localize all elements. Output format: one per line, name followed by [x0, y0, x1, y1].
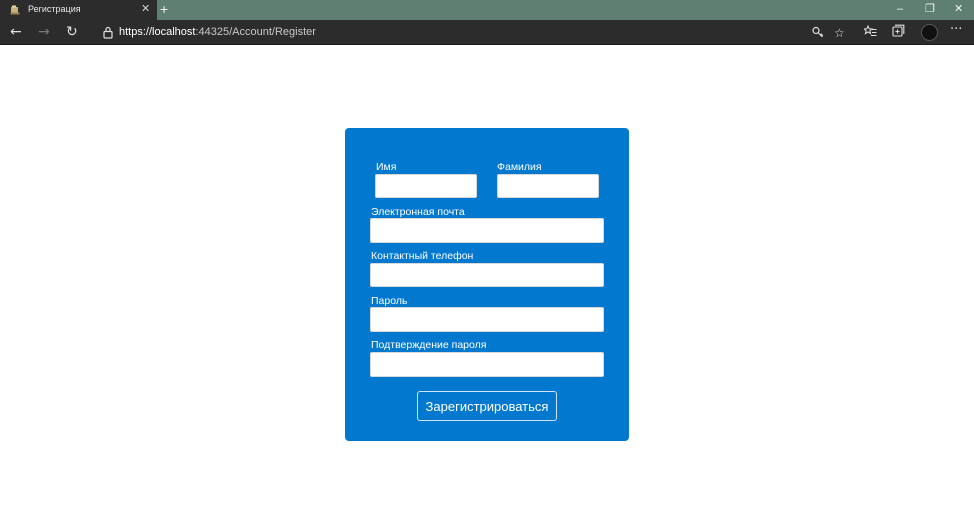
tab-close-icon[interactable]: ✕	[141, 3, 150, 15]
confirm-password-label: Подтверждение пароля	[371, 339, 487, 351]
window-close-button[interactable]: ✕	[954, 3, 963, 15]
site-favicon-icon	[10, 5, 20, 15]
browser-toolbar: ← → ↻ https://localhost:44325/Account/Re…	[0, 20, 974, 45]
tab-strip: Регистрация ✕ + – ❐ ✕	[0, 0, 974, 20]
browser-tab[interactable]: Регистрация ✕	[0, 0, 157, 20]
first-name-label: Имя	[376, 161, 397, 173]
registration-form: Имя Фамилия Электронная почта Контактный…	[345, 128, 629, 441]
key-icon[interactable]	[812, 26, 824, 40]
new-tab-button[interactable]: +	[160, 2, 168, 16]
last-name-input[interactable]	[497, 174, 599, 198]
lock-icon	[103, 26, 113, 39]
url-path: :44325/Account/Register	[195, 26, 316, 38]
favorites-icon[interactable]	[864, 24, 877, 38]
forward-arrow-icon[interactable]: →	[38, 24, 50, 40]
address-bar[interactable]: https://localhost:44325/Account/Register…	[94, 22, 952, 42]
url-protocol: https://	[119, 26, 153, 38]
url-host: localhost	[152, 26, 196, 38]
more-icon[interactable]: ···	[950, 23, 962, 37]
phone-label: Контактный телефон	[371, 250, 474, 262]
password-label: Пароль	[371, 295, 408, 307]
star-icon[interactable]: ☆	[834, 26, 845, 40]
collections-icon[interactable]	[892, 24, 905, 38]
confirm-password-input[interactable]	[370, 352, 604, 377]
phone-input[interactable]	[370, 263, 604, 287]
back-arrow-icon[interactable]: ←	[10, 24, 22, 40]
restore-button[interactable]: ❐	[925, 3, 935, 15]
password-input[interactable]	[370, 307, 604, 332]
last-name-label: Фамилия	[497, 161, 542, 173]
tab-title: Регистрация	[28, 4, 81, 14]
email-label: Электронная почта	[371, 206, 465, 218]
url-text[interactable]: https://localhost:44325/Account/Register	[119, 25, 316, 39]
first-name-input[interactable]	[375, 174, 477, 198]
profile-avatar[interactable]	[921, 24, 938, 41]
register-button[interactable]: Зарегистрироваться	[417, 391, 557, 421]
email-input[interactable]	[370, 218, 604, 243]
refresh-icon[interactable]: ↻	[66, 24, 78, 40]
minimize-button[interactable]: –	[897, 3, 903, 15]
